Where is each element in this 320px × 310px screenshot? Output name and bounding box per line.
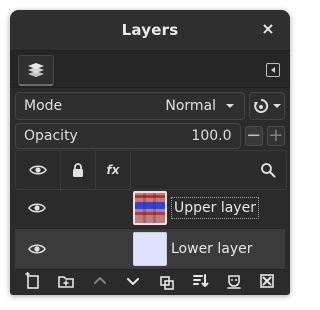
duplicate-icon (159, 276, 174, 290)
opacity-decrease-button[interactable]: − (244, 125, 263, 146)
arrow-down-icon (127, 278, 140, 285)
layers-stack-icon (28, 63, 44, 77)
composite-mode-dropdown[interactable] (249, 92, 285, 120)
close-icon[interactable]: × (260, 21, 276, 37)
merge-down-icon (193, 274, 209, 287)
layers-action-bar (10, 266, 290, 295)
merge-layer-button[interactable] (189, 270, 211, 292)
layer-row-lower[interactable]: Lower layer (15, 229, 285, 270)
new-group-icon (58, 276, 75, 288)
mode-value-group: Normal (165, 98, 236, 114)
eye-icon (29, 165, 47, 175)
layer-row-upper[interactable]: Upper layer (15, 188, 285, 229)
dock-tab-bar (10, 51, 290, 88)
layers-list: Upper layer Lower layer (15, 188, 285, 270)
tab-menu-arrow-icon (271, 67, 275, 73)
opacity-increase-button[interactable]: + (266, 125, 285, 146)
composite-mode-icon (253, 98, 268, 113)
arrow-up-icon (93, 277, 106, 284)
layer-visibility-toggle[interactable] (15, 202, 59, 214)
layer-thumbnail-lower[interactable] (133, 232, 167, 266)
duplicate-layer-button[interactable] (156, 270, 178, 292)
minus-icon: − (246, 125, 262, 146)
opacity-field[interactable]: Opacity 100.0 (15, 123, 241, 149)
new-layer-button[interactable] (22, 270, 44, 292)
raise-layer-button[interactable] (89, 270, 111, 292)
visibility-column-header[interactable] (16, 151, 61, 189)
title-bar: Layers × (10, 10, 290, 51)
effects-column-header[interactable]: fx (96, 151, 131, 189)
layer-name-lower[interactable]: Lower layer (171, 241, 253, 257)
mode-label: Mode (24, 98, 63, 114)
layer-thumbnail-upper[interactable] (133, 191, 167, 225)
mode-select[interactable]: Mode Normal (15, 92, 245, 120)
layers-list-header: fx (15, 150, 287, 190)
fx-icon: fx (106, 163, 120, 177)
chevron-down-icon (272, 104, 281, 108)
lock-icon (73, 163, 83, 177)
mask-icon (226, 275, 241, 289)
plus-icon: + (268, 125, 284, 146)
tab-menu-button[interactable] (266, 63, 280, 77)
opacity-label: Opacity (24, 128, 78, 144)
tab-layers[interactable] (18, 55, 54, 86)
eye-icon (28, 203, 46, 213)
opacity-row: Opacity 100.0 − + (15, 123, 285, 149)
new-layer-icon (24, 272, 39, 289)
search-icon (261, 163, 276, 178)
delete-layer-button[interactable] (256, 270, 278, 292)
lock-column-header[interactable] (61, 151, 96, 189)
new-layer-group-button[interactable] (55, 270, 77, 292)
opacity-value: 100.0 (191, 128, 232, 144)
mode-row: Mode Normal (15, 92, 285, 120)
chevron-down-icon (226, 104, 234, 108)
add-mask-button[interactable] (223, 270, 245, 292)
upper-layer-thumbnail-image (135, 193, 165, 223)
delete-icon (260, 274, 275, 288)
search-column-header[interactable] (131, 151, 286, 189)
eye-icon (28, 244, 46, 254)
lower-layer-button[interactable] (122, 270, 144, 292)
layer-visibility-toggle[interactable] (15, 243, 59, 255)
window-title: Layers (121, 21, 179, 39)
layer-name-upper[interactable]: Upper layer (171, 197, 259, 219)
mode-value: Normal (165, 98, 216, 114)
layers-dialog: Layers × Mode Normal Opacity 100.0 − + f… (10, 10, 290, 295)
